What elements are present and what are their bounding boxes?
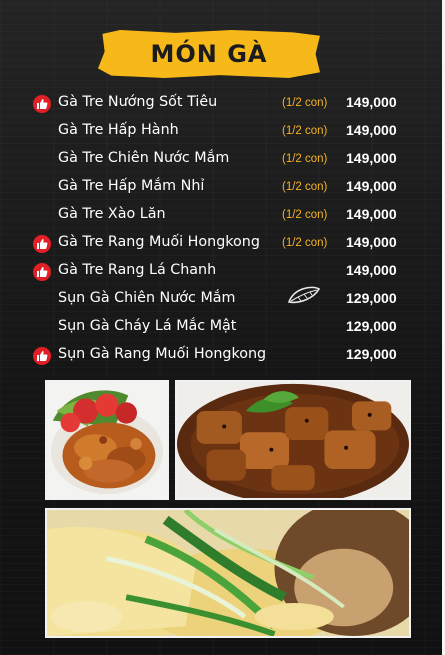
- item-price: 149,000: [346, 262, 397, 278]
- item-portion: (1/2 con): [282, 209, 328, 221]
- item-name: Sụn Gà Rang Muối Hongkong: [58, 346, 267, 362]
- item-name: Sụn Gà Chiên Nước Mắm: [58, 290, 236, 306]
- item-price: 129,000: [346, 290, 397, 306]
- menu-item[interactable]: Gà Tre Hấp Mắm Nhỉ (1/2 con) 149,000: [0, 176, 445, 202]
- item-name: Gà Tre Hấp Hành: [58, 122, 179, 138]
- leaf-icon: [287, 286, 321, 304]
- thumbs-up-icon: [33, 347, 51, 365]
- menu-item[interactable]: Sụn Gà Rang Muối Hongkong 129,000: [0, 344, 445, 370]
- item-name: Gà Tre Hấp Mắm Nhỉ: [58, 178, 205, 194]
- menu-item[interactable]: Gà Tre Chiên Nước Mắm (1/2 con) 149,000: [0, 148, 445, 174]
- item-price: 149,000: [346, 94, 397, 110]
- menu-item[interactable]: Gà Tre Hấp Hành (1/2 con) 149,000: [0, 120, 445, 146]
- item-name: Gà Tre Nướng Sốt Tiêu: [58, 94, 218, 110]
- item-price: 129,000: [346, 346, 397, 362]
- menu-item[interactable]: Gà Tre Rang Muối Hongkong (1/2 con) 149,…: [0, 232, 445, 258]
- item-name: Gà Tre Rang Muối Hongkong: [58, 234, 260, 250]
- menu-item[interactable]: Sụn Gà Chiên Nước Mắm 129,000: [0, 288, 445, 314]
- item-name: Sụn Gà Cháy Lá Mắc Mật: [58, 318, 237, 334]
- item-price: 149,000: [346, 234, 397, 250]
- item-price: 149,000: [346, 206, 397, 222]
- page-title: MÓN GÀ: [150, 40, 268, 68]
- menu-item[interactable]: Gà Tre Nướng Sốt Tiêu (1/2 con) 149,000: [0, 92, 445, 118]
- thumbs-up-icon: [33, 95, 51, 113]
- item-portion: (1/2 con): [282, 237, 328, 249]
- item-portion: (1/2 con): [282, 153, 328, 165]
- menu-item[interactable]: Gà Tre Rang Lá Chanh 149,000: [0, 260, 445, 286]
- fried-chicken-cartilage-photo: [45, 380, 169, 500]
- item-portion: (1/2 con): [282, 125, 328, 137]
- thumbs-up-icon: [33, 235, 51, 253]
- pepper-chicken-photo: [175, 380, 411, 500]
- title-banner: MÓN GÀ: [98, 30, 320, 78]
- steamed-chicken-with-onion-photo: [45, 508, 411, 638]
- item-name: Gà Tre Rang Lá Chanh: [58, 262, 217, 278]
- item-portion: (1/2 con): [282, 181, 328, 193]
- item-name: Gà Tre Xào Lăn: [58, 206, 166, 222]
- item-name: Gà Tre Chiên Nước Mắm: [58, 150, 230, 166]
- item-price: 129,000: [346, 318, 397, 334]
- item-price: 149,000: [346, 178, 397, 194]
- item-portion: (1/2 con): [282, 97, 328, 109]
- item-price: 149,000: [346, 122, 397, 138]
- thumbs-up-icon: [33, 263, 51, 281]
- item-price: 149,000: [346, 150, 397, 166]
- menu-page: MÓN GÀ Gà Tre Nướng Sốt Tiêu (1/2 con) 1…: [0, 0, 445, 655]
- menu-item[interactable]: Sụn Gà Cháy Lá Mắc Mật 129,000: [0, 316, 445, 342]
- menu-item[interactable]: Gà Tre Xào Lăn (1/2 con) 149,000: [0, 204, 445, 230]
